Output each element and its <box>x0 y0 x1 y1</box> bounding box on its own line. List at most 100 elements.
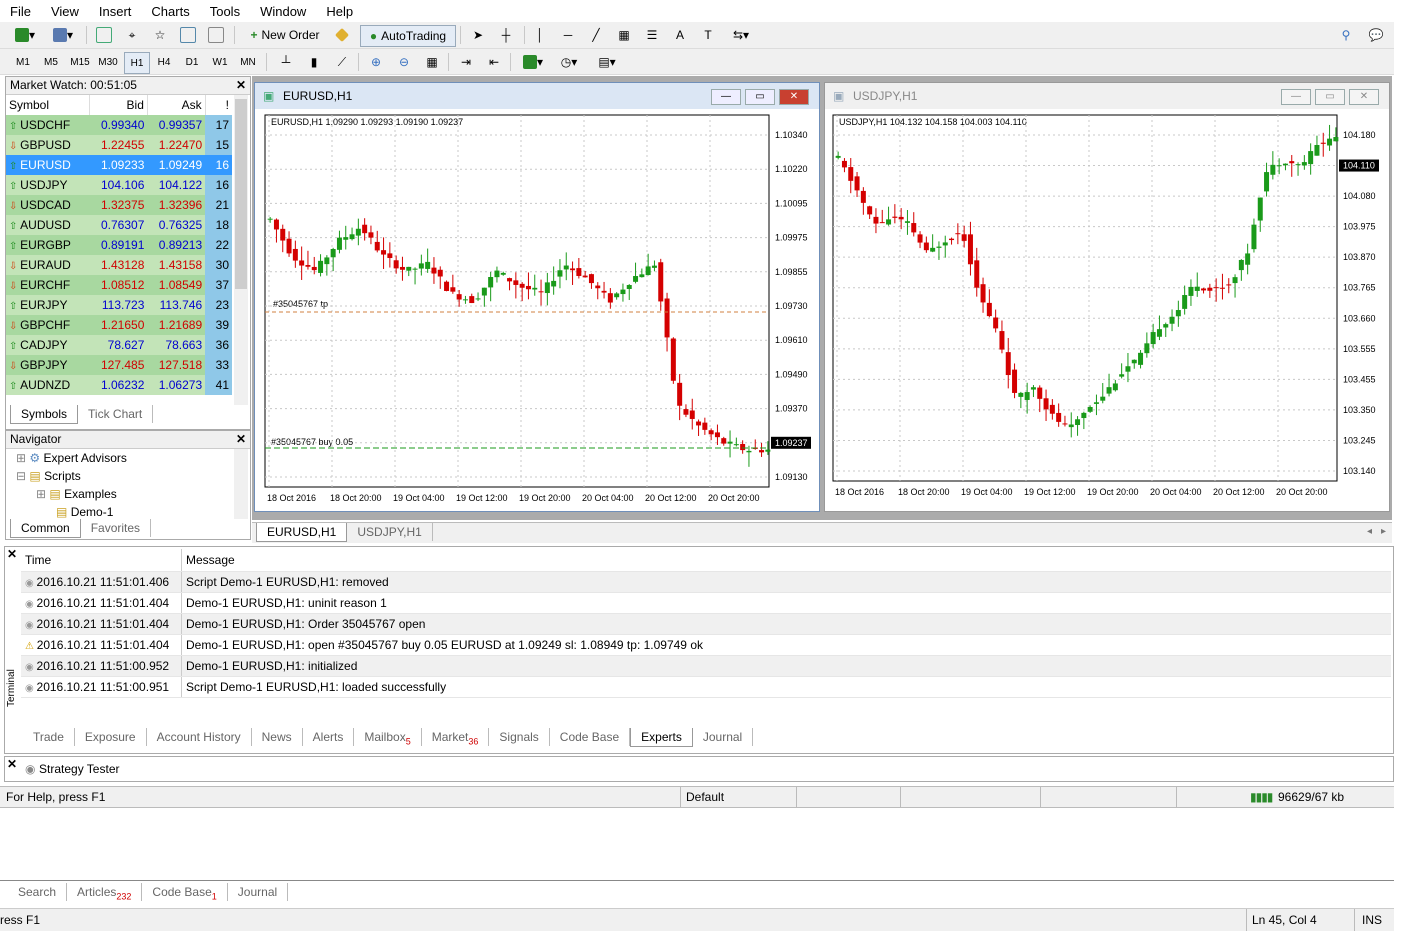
market-watch-scrollbar[interactable] <box>234 95 248 405</box>
tf-mn[interactable]: MN <box>236 52 260 72</box>
trendline-icon[interactable]: ╱ <box>586 25 606 45</box>
minimize-icon[interactable]: — <box>1281 89 1311 105</box>
zoom-out-icon[interactable]: ⊖ <box>394 52 414 72</box>
log-row[interactable]: ◉ 2016.10.21 11:51:01.406 Script Demo-1 E… <box>21 571 1391 593</box>
market-watch-row[interactable]: ⇩ EURAUD 1.43128 1.43158 30 <box>6 255 232 275</box>
close-icon[interactable]: ✕ <box>7 757 17 771</box>
fibonacci-icon[interactable]: ☰ <box>642 25 662 45</box>
market-watch-row[interactable]: ⇧ EURUSD 1.09233 1.09249 16 <box>6 155 232 175</box>
tab-chart-eurusd[interactable]: EURUSD,H1 <box>256 523 348 542</box>
tab-journal[interactable]: Journal <box>693 728 754 746</box>
tf-h4[interactable]: H4 <box>152 52 176 72</box>
tab-news[interactable]: News <box>252 728 303 746</box>
tab-chart-usdjpy[interactable]: USDJPY,H1 <box>347 523 433 541</box>
arrows-icon[interactable]: ⇆▾ <box>726 25 756 45</box>
data-window-icon[interactable]: ⌖ <box>122 25 142 45</box>
market-watch-row[interactable]: ⇧ AUDNZD 1.06232 1.06273 41 <box>6 375 232 395</box>
status-profile[interactable]: Default <box>686 790 724 804</box>
market-watch-row[interactable]: ⇩ EURCHF 1.08512 1.08549 37 <box>6 275 232 295</box>
tile-windows-icon[interactable]: ▦ <box>422 52 442 72</box>
tab-tick-chart[interactable]: Tick Chart <box>78 405 154 423</box>
market-watch-row[interactable]: ⇧ EURJPY 113.723 113.746 23 <box>6 295 232 315</box>
col-ask[interactable]: Ask <box>147 95 206 115</box>
terminal-icon[interactable] <box>178 25 198 45</box>
tab-journal[interactable]: Journal <box>228 883 289 901</box>
tab-alerts[interactable]: Alerts <box>303 728 355 746</box>
menu-insert[interactable]: Insert <box>89 4 142 19</box>
new-order-button[interactable]: + New Order <box>244 25 326 45</box>
line-chart-icon[interactable]: ⟋ <box>332 52 352 72</box>
col-spread[interactable]: ! <box>205 95 232 115</box>
tab-common[interactable]: Common <box>10 519 81 538</box>
market-watch-row[interactable]: ⇩ GBPCHF 1.21650 1.21689 39 <box>6 315 232 335</box>
close-icon[interactable]: ✕ <box>236 77 246 94</box>
tf-m1[interactable]: M1 <box>12 52 34 72</box>
templates-icon[interactable]: ▤▾ <box>592 52 622 72</box>
log-row[interactable]: ◉ 2016.10.21 11:51:01.404 Demo-1 EURUSD,H… <box>21 592 1391 614</box>
search-icon[interactable]: ⚲ <box>1336 25 1356 45</box>
maximize-icon[interactable]: ▭ <box>745 89 775 105</box>
autotrading-button[interactable]: ● AutoTrading <box>360 25 456 47</box>
menu-file[interactable]: File <box>0 4 41 19</box>
tab-mailbox[interactable]: Mailbox5 <box>354 728 422 746</box>
tf-d1[interactable]: D1 <box>180 52 204 72</box>
log-row[interactable]: ◉ 2016.10.21 11:51:00.951 Script Demo-1 E… <box>21 676 1391 698</box>
nav-item-examples[interactable]: ⊞ ▤ Examples <box>36 487 117 501</box>
nav-item-demo-1[interactable]: ▤ Demo-1 <box>56 505 113 519</box>
close-icon[interactable]: ✕ <box>7 547 17 561</box>
minimize-icon[interactable]: — <box>711 89 741 105</box>
tab-code-base[interactable]: Code Base1 <box>142 883 228 901</box>
tf-w1[interactable]: W1 <box>208 52 232 72</box>
scroll-right-icon[interactable]: ▸ <box>1381 526 1386 537</box>
col-time[interactable]: Time <box>21 549 182 572</box>
chart-shift-icon[interactable]: ⇤ <box>484 52 504 72</box>
menu-tools[interactable]: Tools <box>200 4 250 19</box>
tab-account-history[interactable]: Account History <box>147 728 252 746</box>
bar-chart-icon[interactable]: ┴ <box>276 52 296 72</box>
navigator-scrollbar[interactable] <box>234 449 248 519</box>
menu-window[interactable]: Window <box>250 4 316 19</box>
tab-market[interactable]: Market36 <box>422 728 490 746</box>
scroll-left-icon[interactable]: ◂ <box>1367 526 1372 537</box>
market-watch-row[interactable]: ⇧ USDCHF 0.99340 0.99357 17 <box>6 115 232 135</box>
log-row[interactable]: ◉ 2016.10.21 11:51:00.952 Demo-1 EURUSD,H… <box>21 655 1391 677</box>
menu-charts[interactable]: Charts <box>141 4 199 19</box>
candlestick-icon[interactable]: ▮ <box>304 52 324 72</box>
tab-code-base[interactable]: Code Base <box>550 728 631 746</box>
tf-m30[interactable]: M30 <box>96 52 120 72</box>
nav-item-scripts[interactable]: ⊟ ▤ Scripts <box>16 469 81 483</box>
tab-signals[interactable]: Signals <box>489 728 550 746</box>
tab-trade[interactable]: Trade <box>23 728 75 746</box>
market-watch-row[interactable]: ⇧ USDJPY 104.106 104.122 16 <box>6 175 232 195</box>
close-icon[interactable]: ✕ <box>1349 89 1379 105</box>
zoom-in-icon[interactable]: ⊕ <box>366 52 386 72</box>
periods-icon[interactable]: ◷▾ <box>554 52 584 72</box>
tab-favorites[interactable]: Favorites <box>81 519 152 537</box>
maximize-icon[interactable]: ▭ <box>1315 89 1345 105</box>
market-watch-row[interactable]: ⇧ EURGBP 0.89191 0.89213 22 <box>6 235 232 255</box>
eurusd-chart[interactable]: EURUSD,H1 1.09290 1.09293 1.09190 1.0923… <box>259 111 815 507</box>
usdjpy-chart[interactable]: USDJPY,H1 104.132 104.158 104.003 104.11… <box>829 111 1385 507</box>
tab-articles[interactable]: Articles232 <box>67 883 143 901</box>
tab-symbols[interactable]: Symbols <box>10 405 79 424</box>
col-symbol[interactable]: Symbol <box>6 95 91 115</box>
tf-m5[interactable]: M5 <box>40 52 62 72</box>
auto-scroll-icon[interactable]: ⇥ <box>456 52 476 72</box>
market-watch-row[interactable]: ⇧ CADJPY 78.627 78.663 36 <box>6 335 232 355</box>
market-watch-row[interactable]: ⇩ USDCAD 1.32375 1.32396 21 <box>6 195 232 215</box>
col-message[interactable]: Message <box>181 549 1391 572</box>
menu-view[interactable]: View <box>41 4 89 19</box>
market-watch-row[interactable]: ⇩ GBPJPY 127.485 127.518 33 <box>6 355 232 375</box>
market-watch-row[interactable]: ⇧ AUDUSD 0.76307 0.76325 18 <box>6 215 232 235</box>
channel-icon[interactable]: ▦ <box>614 25 634 45</box>
close-icon[interactable]: ✕ <box>236 431 246 448</box>
log-row[interactable]: ⚠ 2016.10.21 11:51:01.404 Demo-1 EURUSD,H… <box>21 634 1391 656</box>
text-label-icon[interactable]: T <box>698 25 718 45</box>
nav-item-expert-advisors[interactable]: ⊞ ⚙ Expert Advisors <box>16 451 127 465</box>
tf-m15[interactable]: M15 <box>68 52 92 72</box>
market-watch-icon[interactable] <box>94 25 114 45</box>
indicators-icon[interactable]: ▾ <box>518 52 548 72</box>
menu-help[interactable]: Help <box>316 4 363 19</box>
strategy-tester-icon[interactable] <box>206 25 226 45</box>
chat-icon[interactable]: 💬 <box>1364 25 1388 45</box>
